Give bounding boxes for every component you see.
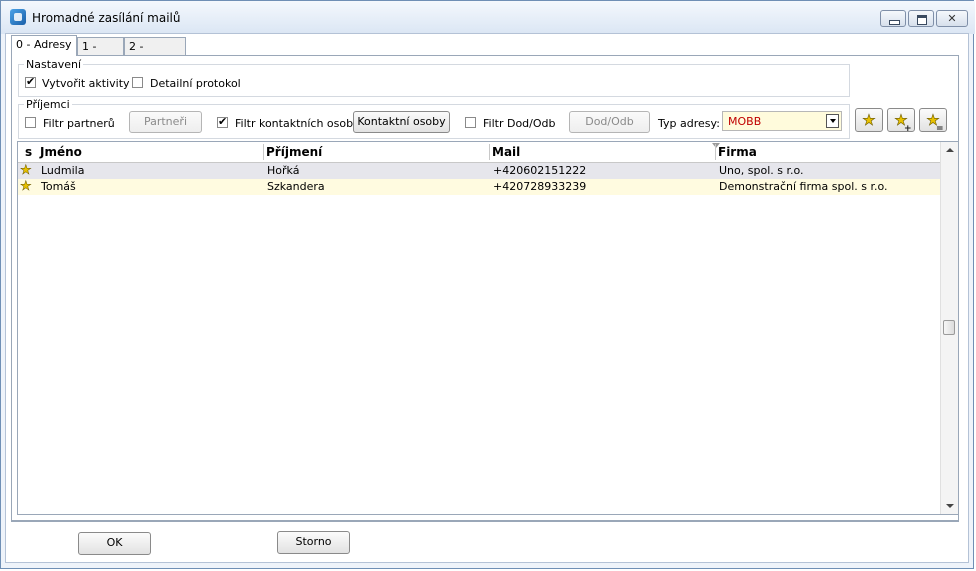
scroll-down-icon[interactable] (946, 504, 954, 508)
contact-filter-checkbox[interactable] (217, 115, 228, 128)
plus-icon: + (904, 124, 912, 134)
cell-jmeno: Tomáš (41, 180, 76, 193)
app-icon (10, 9, 26, 25)
column-separator[interactable] (489, 144, 490, 160)
title-bar[interactable]: Hromadné zasílání mailů ✕ (1, 1, 975, 34)
cell-firma: Uno, spol. s r.o. (719, 164, 804, 177)
address-type-value: MOBB (728, 115, 762, 128)
close-button[interactable]: ✕ (936, 10, 968, 27)
star-icon: ★ (20, 179, 32, 195)
column-header-jmeno[interactable]: Jméno (40, 145, 82, 159)
partner-filter-label[interactable]: Filtr partnerů (43, 117, 115, 130)
cell-firma: Demonstrační firma spol. s r.o. (719, 180, 888, 193)
column-header-prijmeni[interactable]: Příjmení (266, 145, 322, 159)
cell-prijmeni: Hořká (267, 164, 300, 177)
create-activities-checkbox[interactable] (25, 75, 36, 88)
tab-aktivita[interactable]: 2 - Aktivita (124, 37, 186, 70)
tab-adresy[interactable]: 0 - Adresy (11, 35, 77, 56)
vertical-scrollbar[interactable] (940, 142, 958, 514)
divider (11, 521, 959, 524)
column-header-s[interactable]: s (25, 145, 32, 159)
cancel-button[interactable]: Storno (277, 531, 350, 554)
cell-jmeno: Ludmila (41, 164, 85, 177)
maximize-button[interactable] (908, 10, 934, 27)
cell-mail: +420728933239 (493, 180, 587, 193)
star-button[interactable]: ★ (855, 108, 883, 132)
column-header-firma[interactable]: Firma (718, 145, 757, 159)
detail-protocol-label[interactable]: Detailní protokol (150, 77, 241, 90)
address-type-label: Typ adresy: (658, 117, 720, 130)
cell-prijmeni: Szkandera (267, 180, 325, 193)
table-row[interactable]: ★ Ludmila Hořká +420602151222 Uno, spol.… (18, 163, 940, 179)
detail-protocol-checkbox[interactable] (132, 77, 143, 88)
remove-star-button[interactable]: ★ = (919, 108, 947, 134)
address-type-select[interactable]: MOBB (722, 111, 842, 131)
create-activities-label[interactable]: Vytvořit aktivity (42, 77, 130, 90)
supplier-filter-checkbox[interactable] (465, 117, 476, 128)
recipients-group-label: Příjemci (24, 98, 72, 111)
cell-mail: +420602151222 (493, 164, 587, 177)
supplier-button[interactable]: Dod/Odb (569, 111, 650, 133)
settings-group-label: Nastavení (24, 58, 84, 71)
chevron-down-icon[interactable] (826, 114, 839, 128)
tab-sms[interactable]: 1 - SMS (77, 37, 124, 70)
star-icon: ★ (862, 111, 876, 130)
star-icon: ★ (20, 163, 32, 179)
column-header-mail[interactable]: Mail (492, 145, 520, 159)
column-separator[interactable] (263, 144, 264, 160)
close-icon: ✕ (947, 12, 957, 25)
ok-button[interactable]: OK (78, 532, 151, 555)
equals-icon: = (936, 124, 944, 134)
add-star-button[interactable]: ★ + (887, 108, 915, 134)
contact-filter-label[interactable]: Filtr kontaktních osob (235, 117, 353, 130)
minimize-button[interactable] (880, 10, 906, 27)
contacts-button[interactable]: Kontaktní osoby (353, 111, 450, 133)
partner-filter-checkbox[interactable] (25, 117, 36, 128)
grid-header: s Jméno Příjmení Mail Firma (18, 142, 940, 163)
supplier-filter-label[interactable]: Filtr Dod/Odb (483, 117, 555, 130)
scroll-up-icon[interactable] (946, 148, 954, 152)
scroll-thumb[interactable] (943, 320, 955, 335)
partners-button[interactable]: Partneři (129, 111, 202, 133)
window-title: Hromadné zasílání mailů (32, 11, 181, 25)
table-row[interactable]: ★ Tomáš Szkandera +420728933239 Demonstr… (18, 179, 940, 195)
column-separator[interactable] (715, 144, 716, 160)
recipients-grid[interactable]: s Jméno Příjmení Mail Firma ★ Ludmila Ho… (17, 141, 959, 515)
